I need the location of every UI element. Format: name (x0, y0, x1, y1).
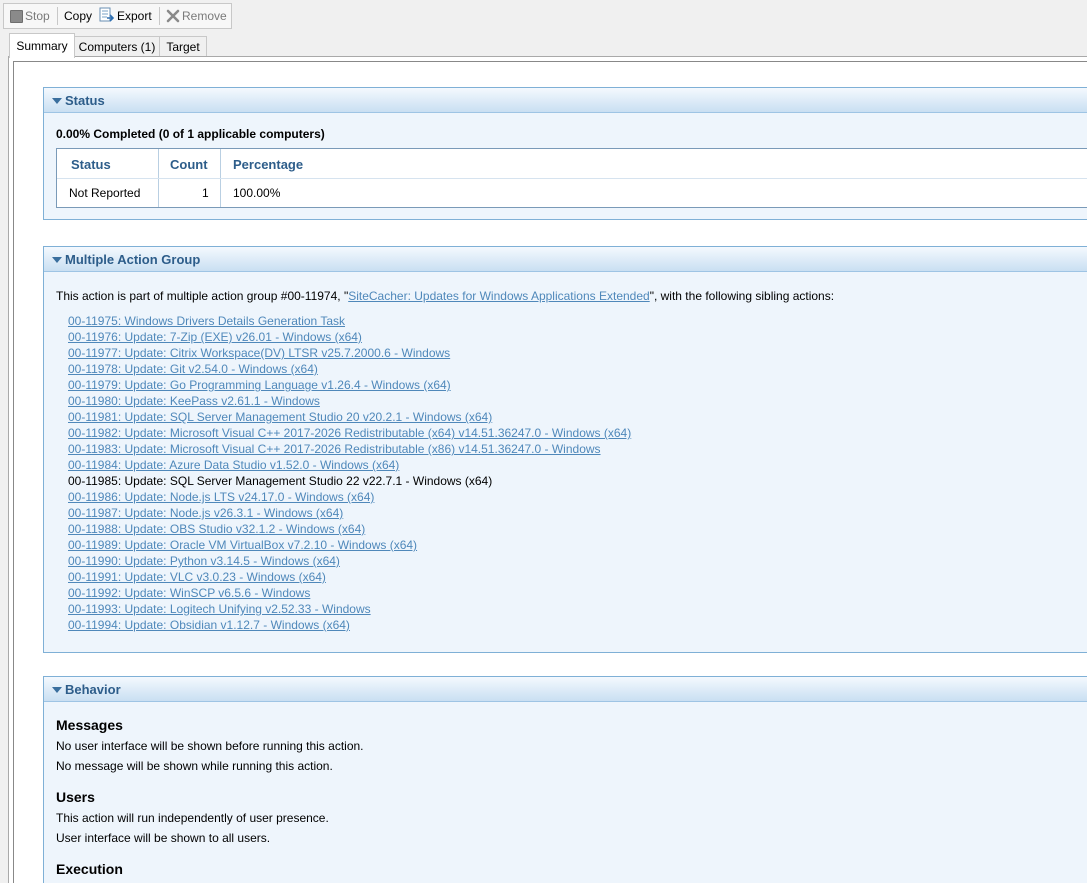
toolbar-separator (57, 7, 58, 25)
messages-line: No user interface will be shown before r… (56, 739, 364, 753)
sibling-action-link[interactable]: 00-11976: Update: 7-Zip (EXE) v26.01 - W… (68, 329, 362, 345)
sibling-action-link[interactable]: 00-11977: Update: Citrix Workspace(DV) L… (68, 345, 450, 361)
sibling-action-link[interactable]: 00-11994: Update: Obsidian v1.12.7 - Win… (68, 617, 350, 633)
multiple-action-group-section: Multiple Action Group This action is par… (43, 246, 1087, 653)
count-column-header: Count (170, 157, 208, 172)
export-button[interactable]: Export (117, 4, 152, 28)
status-cell: Not Reported (69, 186, 141, 200)
sibling-action-link[interactable]: 00-11980: Update: KeePass v2.61.1 - Wind… (68, 393, 320, 409)
sibling-action-link[interactable]: 00-11991: Update: VLC v3.0.23 - Windows … (68, 569, 326, 585)
stop-icon (10, 10, 23, 23)
toolbar-button-group: Stop Copy Export Remove (3, 3, 232, 29)
summary-panel: Status 0.00% Completed (0 of 1 applicabl… (8, 56, 1087, 883)
tab-strip: Summary Computers (1) Target (0, 30, 1087, 58)
sibling-action-link[interactable]: 00-11982: Update: Microsoft Visual C++ 2… (68, 425, 631, 441)
toolbar-separator (159, 7, 160, 25)
sibling-action-link[interactable]: 00-11981: Update: SQL Server Management … (68, 409, 492, 425)
mag-group-link[interactable]: SiteCacher: Updates for Windows Applicat… (348, 289, 650, 303)
sibling-action-link[interactable]: 00-11984: Update: Azure Data Studio v1.5… (68, 457, 399, 473)
users-heading: Users (56, 789, 95, 805)
toolbar: Stop Copy Export Remove (0, 0, 1087, 30)
status-section: Status 0.00% Completed (0 of 1 applicabl… (43, 87, 1087, 220)
mag-intro-prefix: This action is part of multiple action g… (56, 289, 349, 303)
sibling-action-link[interactable]: 00-11978: Update: Git v2.54.0 - Windows … (68, 361, 318, 377)
current-action-item: 00-11985: Update: SQL Server Management … (68, 474, 493, 488)
collapse-triangle-icon (52, 257, 62, 263)
remove-button[interactable]: Remove (182, 4, 227, 28)
status-table: Status Count Percentage Not Reported 1 1… (56, 148, 1087, 208)
sibling-action-link[interactable]: 00-11989: Update: Oracle VM VirtualBox v… (68, 537, 417, 553)
behavior-section-header[interactable]: Behavior (44, 677, 1087, 702)
execution-heading: Execution (56, 861, 123, 877)
percentage-column-header: Percentage (233, 157, 304, 172)
users-line: User interface will be shown to all user… (56, 831, 271, 845)
sibling-action-link[interactable]: 00-11988: Update: OBS Studio v32.1.2 - W… (68, 521, 365, 537)
users-line: This action will run independently of us… (56, 811, 329, 825)
sibling-action-link[interactable]: 00-11986: Update: Node.js LTS v24.17.0 -… (68, 489, 374, 505)
messages-line: No message will be shown while running t… (56, 759, 333, 773)
stop-button[interactable]: Stop (25, 4, 50, 28)
sibling-action-link[interactable]: 00-11987: Update: Node.js v26.3.1 - Wind… (68, 505, 343, 521)
sibling-action-link[interactable]: 00-11979: Update: Go Programming Languag… (68, 377, 451, 393)
sibling-action-link[interactable]: 00-11990: Update: Python v3.14.5 - Windo… (68, 553, 340, 569)
header-divider (57, 178, 1087, 179)
status-section-title: Status (65, 93, 105, 108)
count-cell: 1 (202, 186, 209, 200)
remove-icon (166, 9, 180, 23)
summary-scroll-area[interactable]: Status 0.00% Completed (0 of 1 applicabl… (13, 61, 1087, 883)
sibling-action-link[interactable]: 00-11983: Update: Microsoft Visual C++ 2… (68, 441, 601, 457)
mag-intro-suffix: ", with the following sibling actions: (649, 289, 835, 303)
tab-computers[interactable]: Computers (1) (73, 36, 161, 57)
tab-target[interactable]: Target (159, 36, 207, 57)
status-column-header: Status (71, 157, 111, 172)
export-icon (99, 7, 115, 22)
percentage-cell: 100.00% (233, 186, 281, 200)
behavior-section: Behavior Messages No user interface will… (43, 676, 1087, 883)
completion-summary: 0.00% Completed (0 of 1 applicable compu… (56, 127, 325, 141)
sibling-action-link[interactable]: 00-11975: Windows Drivers Details Genera… (68, 313, 345, 329)
mag-section-header[interactable]: Multiple Action Group (44, 247, 1087, 272)
messages-heading: Messages (56, 717, 123, 733)
behavior-section-title: Behavior (65, 682, 121, 697)
sibling-action-link[interactable]: 00-11993: Update: Logitech Unifying v2.5… (68, 601, 371, 617)
copy-button[interactable]: Copy (64, 4, 92, 28)
status-section-header[interactable]: Status (44, 88, 1087, 113)
sibling-action-link[interactable]: 00-11992: Update: WinSCP v6.5.6 - Window… (68, 585, 310, 601)
mag-intro: This action is part of multiple action g… (56, 289, 834, 303)
collapse-triangle-icon (52, 98, 62, 104)
tab-summary[interactable]: Summary (9, 33, 75, 58)
collapse-triangle-icon (52, 687, 62, 693)
mag-section-title: Multiple Action Group (65, 252, 201, 267)
